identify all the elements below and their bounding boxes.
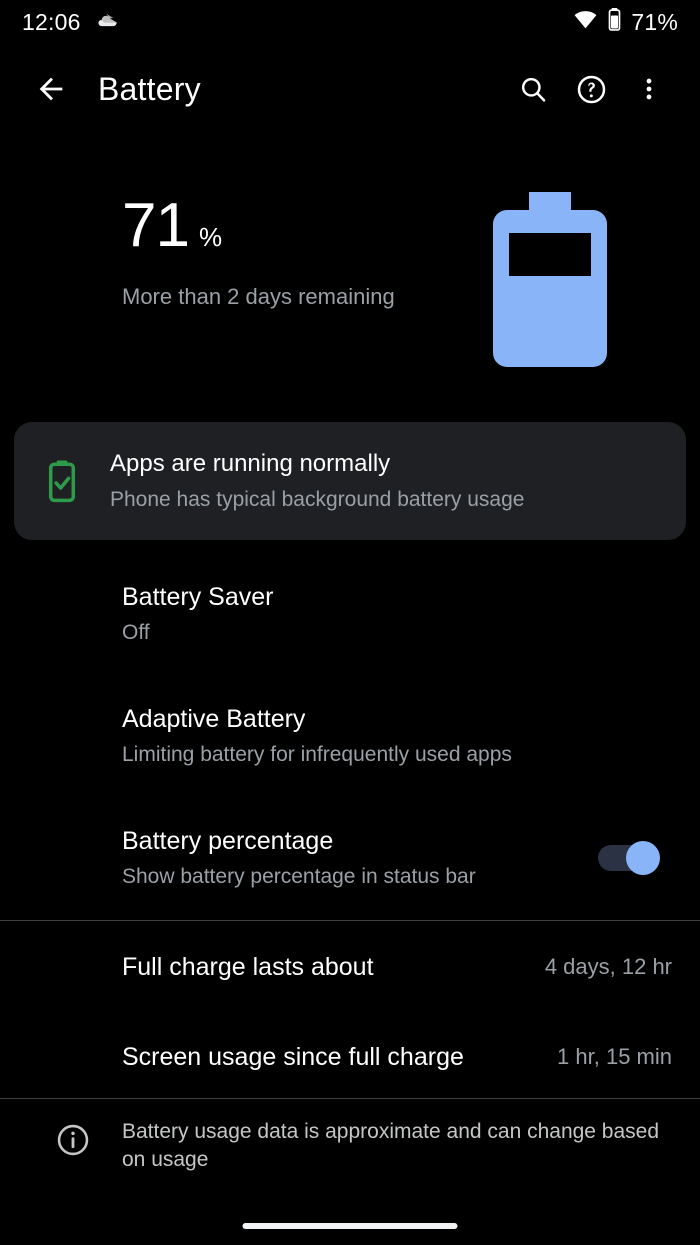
status-bar-notification-icons	[95, 7, 121, 38]
battery-percent-symbol: %	[198, 222, 223, 252]
battery-percentage-toggle[interactable]	[598, 841, 662, 875]
app-bar: Battery	[0, 56, 700, 122]
battery-usage-footnote-text: Battery usage data is approximate and ca…	[122, 1120, 660, 1172]
battery-tip-title: Apps are running normally	[110, 450, 391, 477]
battery-time-estimate: More than 2 days remaining	[122, 284, 395, 309]
page-title: Battery	[98, 70, 201, 107]
pref-subtitle-battery-saver: Off	[122, 621, 150, 644]
pref-text-adaptive-battery: Adaptive Battery Limiting battery for in…	[122, 704, 676, 769]
back-arrow-icon[interactable]	[22, 72, 80, 106]
wifi-icon	[573, 7, 598, 37]
search-icon[interactable]	[504, 60, 562, 118]
more-vert-icon[interactable]	[620, 60, 678, 118]
battery-percent-row: 71 %	[122, 195, 395, 257]
stat-row-full-charge[interactable]: Full charge lasts about 4 days, 12 hr	[0, 940, 700, 994]
pref-text-battery-percentage: Battery percentage Show battery percenta…	[122, 826, 598, 891]
divider-top	[0, 920, 700, 921]
pref-row-battery-percentage[interactable]: Battery percentage Show battery percenta…	[0, 822, 700, 894]
help-circle-icon[interactable]	[562, 60, 620, 118]
status-bar-system-icons: 71%	[573, 7, 678, 37]
pref-title-battery-percentage: Battery percentage	[122, 826, 334, 855]
battery-summary-header: 71 % More than 2 days remaining	[0, 150, 700, 400]
battery-tip-text: Apps are running normally Phone has typi…	[110, 450, 544, 512]
pref-row-battery-saver[interactable]: Battery Saver Off	[0, 578, 700, 650]
status-bar-battery-percent: 71%	[631, 8, 678, 35]
pref-title-battery-saver: Battery Saver	[122, 582, 274, 611]
stat-label-screen-usage: Screen usage since full charge	[122, 1042, 464, 1071]
stat-label-full-charge: Full charge lasts about	[122, 952, 374, 981]
pref-title-adaptive-battery: Adaptive Battery	[122, 704, 306, 733]
toggle-thumb	[626, 841, 660, 875]
pref-text-battery-saver: Battery Saver Off	[122, 582, 676, 647]
cloud-icon	[95, 7, 121, 38]
pref-row-adaptive-battery[interactable]: Adaptive Battery Limiting battery for in…	[0, 700, 700, 772]
battery-percent-value: 71	[122, 191, 190, 260]
pref-subtitle-battery-percentage: Show battery percentage in status bar	[122, 865, 476, 888]
battery-settings-screen: 12:06 71% Battery 71 % More than 2 days …	[0, 0, 700, 1245]
pref-subtitle-adaptive-battery: Limiting battery for infrequently used a…	[122, 743, 512, 766]
status-bar: 12:06 71%	[0, 0, 700, 44]
info-circle-icon	[24, 1118, 122, 1158]
battery-tip-subtitle: Phone has typical background battery usa…	[110, 487, 525, 511]
stat-value-screen-usage: 1 hr, 15 min	[557, 1044, 672, 1069]
gesture-nav-pill[interactable]	[242, 1223, 458, 1229]
stat-row-screen-usage[interactable]: Screen usage since full charge 1 hr, 15 …	[0, 1030, 700, 1084]
divider-bottom	[0, 1098, 700, 1099]
app-bar-actions	[504, 60, 700, 118]
status-bar-clock: 12:06	[22, 8, 81, 35]
battery-summary-text: 71 % More than 2 days remaining	[122, 195, 395, 311]
battery-check-icon	[14, 459, 110, 503]
battery-icon	[607, 7, 622, 37]
battery-usage-footnote: Battery usage data is approximate and ca…	[0, 1118, 700, 1175]
battery-large-icon	[492, 192, 608, 372]
stat-value-full-charge: 4 days, 12 hr	[544, 954, 672, 979]
battery-tip-card[interactable]: Apps are running normally Phone has typi…	[14, 422, 686, 540]
